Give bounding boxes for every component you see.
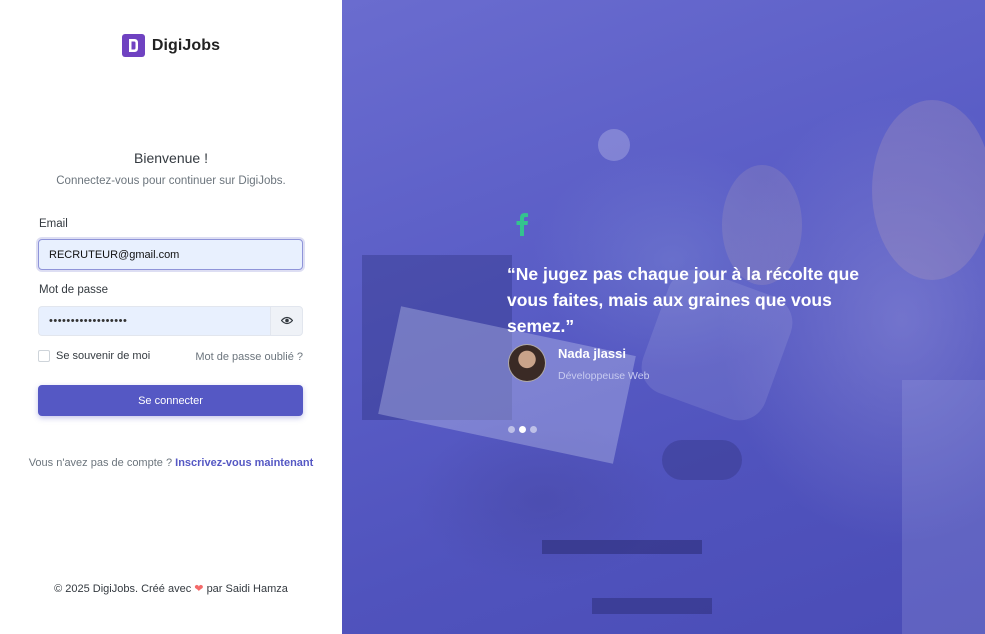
carousel-dot-1[interactable] xyxy=(508,426,515,433)
password-label: Mot de passe xyxy=(39,284,109,296)
signup-link[interactable]: Inscrivez-vous maintenant xyxy=(175,457,313,469)
carousel-dot-2[interactable] xyxy=(519,426,526,433)
author-name: Nada jlassi xyxy=(558,346,626,361)
footer-prefix: © 2025 DigiJobs. Créé avec xyxy=(54,583,192,595)
carousel-indicators xyxy=(508,426,537,433)
footer: © 2025 DigiJobs. Créé avec ❤ par Saidi H… xyxy=(0,582,342,595)
carousel-dot-3[interactable] xyxy=(530,426,537,433)
author-role: Développeuse Web xyxy=(558,370,650,382)
eye-icon xyxy=(280,312,293,330)
digijobs-logo-icon xyxy=(121,34,145,57)
password-toggle-button[interactable] xyxy=(270,306,303,336)
remember-me[interactable]: Se souvenir de moi xyxy=(38,350,150,362)
email-label: Email xyxy=(39,218,68,230)
login-panel: DigiJobs Bienvenue ! Connectez-vous pour… xyxy=(0,0,342,634)
page-subtitle: Connectez-vous pour continuer sur DigiJo… xyxy=(56,175,286,187)
signup-text: Vous n'avez pas de compte ? xyxy=(28,457,173,469)
password-group: •••••••••••••••••• xyxy=(38,306,303,336)
avatar xyxy=(508,344,546,382)
testimonial-quote: “Ne jugez pas chaque jour à la récolte q… xyxy=(507,264,860,336)
forgot-password-link[interactable]: Mot de passe oublié ? xyxy=(195,351,303,363)
remember-checkbox[interactable] xyxy=(38,350,50,362)
footer-suffix: par Saidi Hamza xyxy=(206,583,288,595)
quote-icon xyxy=(515,212,529,241)
brand-name: DigiJobs xyxy=(151,36,221,54)
login-button[interactable]: Se connecter xyxy=(38,385,303,416)
brand[interactable]: DigiJobs xyxy=(0,34,342,57)
signup-prompt: Vous n'avez pas de compte ? Inscrivez-vo… xyxy=(0,455,342,472)
heart-icon: ❤ xyxy=(194,583,204,595)
page-title: Bienvenue ! xyxy=(134,150,208,166)
testimonial-panel: “Ne jugez pas chaque jour à la récolte q… xyxy=(342,0,985,634)
email-field[interactable]: RECRUTEUR@gmail.com xyxy=(38,239,303,270)
password-field[interactable]: •••••••••••••••••• xyxy=(38,306,270,336)
remember-label: Se souvenir de moi xyxy=(56,350,151,362)
